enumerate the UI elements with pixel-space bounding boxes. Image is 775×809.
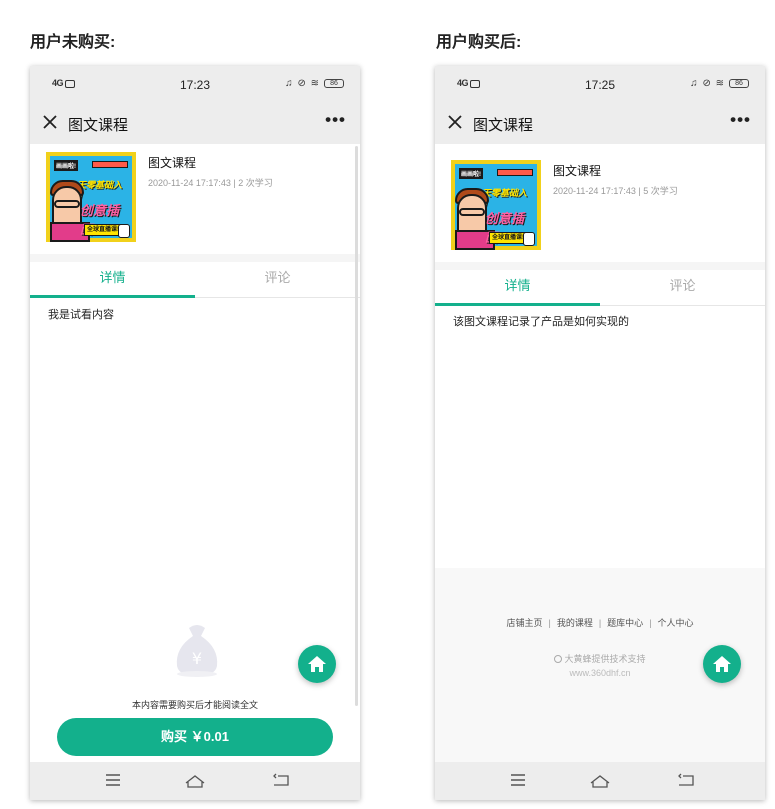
tab-indicator	[435, 303, 600, 306]
house-outline-icon[interactable]	[184, 773, 206, 789]
nav-bar: 图文课程 •••	[30, 102, 360, 144]
return-icon[interactable]	[272, 773, 290, 787]
money-bag-icon: ¥	[176, 625, 218, 677]
status-icons: ♫ ⊘ ≋	[690, 78, 725, 89]
return-icon[interactable]	[677, 773, 695, 787]
course-cover: 画画啦! 7天零基础入门 创意插画 全球直播课!	[451, 160, 541, 250]
close-icon[interactable]	[447, 114, 463, 130]
tab-comment[interactable]: 评论	[195, 262, 360, 298]
tab-detail[interactable]: 详情	[30, 262, 195, 298]
system-nav-bar	[30, 762, 360, 800]
scrollbar[interactable]	[355, 146, 358, 706]
trial-content: 我是试看内容	[48, 309, 114, 321]
nav-title: 图文课程	[68, 117, 129, 134]
more-icon[interactable]: •••	[325, 111, 346, 128]
tab-indicator	[30, 295, 195, 298]
home-icon	[308, 656, 326, 672]
course-card: 画画啦! 7天零基础入门 创意插画 全球直播课! 图文课程 2020-11-24…	[435, 144, 765, 262]
tab-bar: 详情 评论	[30, 262, 360, 298]
system-nav-bar	[435, 762, 765, 800]
house-outline-icon[interactable]	[589, 773, 611, 789]
battery-icon: 86	[324, 79, 344, 88]
heading-purchased: 用户购买后:	[436, 34, 522, 51]
footer-links: 店铺主页 | 我的课程 | 题库中心 | 个人中心	[506, 618, 694, 628]
course-meta: 2020-11-24 17:17:43 | 2 次学习	[148, 178, 273, 188]
svg-text:¥: ¥	[192, 649, 202, 668]
home-button[interactable]	[298, 645, 336, 683]
menu-icon[interactable]	[104, 773, 122, 787]
phone-not-purchased: 4G 17:23 ♫ ⊘ ≋ 86 图文课程 ••• 画画啦! 7天零基础入门 …	[30, 66, 360, 800]
battery-icon: 86	[729, 79, 749, 88]
close-icon[interactable]	[42, 114, 58, 130]
status-bar: 4G 17:25 ♫ ⊘ ≋ 86	[435, 66, 765, 102]
menu-icon[interactable]	[509, 773, 527, 787]
status-bar: 4G 17:23 ♫ ⊘ ≋ 86	[30, 66, 360, 102]
more-icon[interactable]: •••	[730, 111, 751, 128]
course-title: 图文课程	[553, 164, 602, 178]
footer-link-question-bank[interactable]: 题库中心	[607, 618, 643, 628]
support-logo-icon	[554, 655, 563, 663]
course-meta: 2020-11-24 17:17:43 | 5 次学习	[553, 186, 678, 196]
course-cover: 画画啦! 7天零基础入门 创意插画 全球直播课!	[46, 152, 136, 242]
tab-comment[interactable]: 评论	[600, 270, 765, 306]
tab-bar: 详情 评论	[435, 270, 765, 306]
buy-button[interactable]: 购买 ￥0.01	[57, 718, 333, 756]
course-title: 图文课程	[148, 156, 197, 170]
footer-link-shop-home[interactable]: 店铺主页	[506, 618, 542, 628]
purchase-required-notice: 本内容需要购买后才能阅读全文	[131, 700, 258, 710]
status-icons: ♫ ⊘ ≋	[285, 78, 320, 89]
tab-detail[interactable]: 详情	[435, 270, 600, 306]
home-button[interactable]	[703, 645, 741, 683]
heading-not-purchased: 用户未购买:	[30, 34, 116, 51]
nav-title: 图文课程	[473, 117, 534, 134]
home-icon	[713, 656, 731, 672]
footer-link-personal-center[interactable]: 个人中心	[658, 618, 694, 628]
phone-purchased: 4G 17:25 ♫ ⊘ ≋ 86 图文课程 ••• 画画啦! 7天零基础入门 …	[435, 66, 765, 800]
course-content: 该图文课程记录了产品是如何实现的	[453, 316, 629, 328]
nav-bar: 图文课程 •••	[435, 102, 765, 144]
course-card: 画画啦! 7天零基础入门 创意插画 全球直播课! 图文课程 2020-11-24…	[30, 144, 360, 254]
footer-link-my-courses[interactable]: 我的课程	[557, 618, 593, 628]
